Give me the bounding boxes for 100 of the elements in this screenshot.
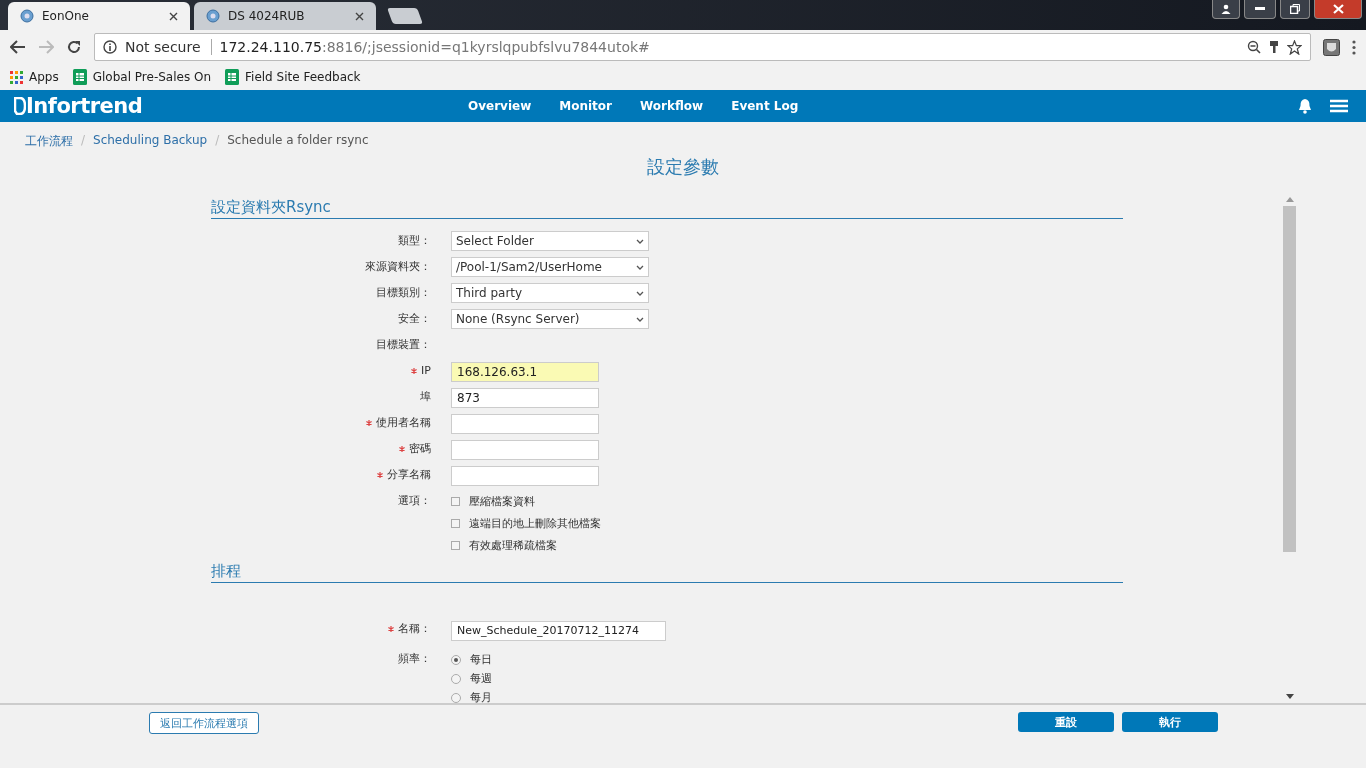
key-icon[interactable] [1269, 40, 1279, 54]
close-icon[interactable] [355, 11, 364, 21]
bookmark-label: Apps [29, 70, 59, 84]
radio-button[interactable] [451, 654, 461, 665]
required-icon [411, 368, 418, 374]
spreadsheet-icon [225, 69, 239, 85]
minimize-icon[interactable] [1244, 0, 1276, 19]
scroll-down-icon[interactable] [1285, 694, 1294, 699]
dropdown-value: None (Rsync Server) [456, 312, 580, 326]
globe-icon [20, 9, 34, 23]
action-button[interactable]: 執行 [1122, 712, 1218, 732]
profile-icon[interactable] [1212, 0, 1240, 19]
field-label-text: 來源資料夾： [365, 259, 431, 275]
breadcrumb-link[interactable]: 工作流程 [25, 133, 73, 150]
radio-option[interactable]: 每週 [451, 671, 1123, 686]
close-icon[interactable] [1314, 0, 1362, 19]
dropdown[interactable]: /Pool-1/Sam2/UserHome [451, 257, 649, 277]
bookmark[interactable]: Apps [10, 70, 59, 84]
nav-link[interactable]: Event Log [717, 99, 813, 113]
nav-link[interactable]: Monitor [545, 99, 626, 113]
input-field[interactable] [451, 440, 599, 460]
close-icon[interactable] [169, 11, 178, 21]
checkbox[interactable] [451, 497, 460, 506]
checkbox[interactable] [451, 519, 460, 528]
browser-tab[interactable]: EonOne [8, 2, 190, 30]
checkbox-option[interactable]: 壓縮檔案資料 [451, 494, 1123, 509]
radio-button[interactable] [451, 692, 461, 703]
breadcrumb-separator: / [81, 133, 86, 149]
dropdown-value: /Pool-1/Sam2/UserHome [456, 260, 602, 274]
restore-icon[interactable] [1280, 0, 1310, 19]
field-label-text: 目標類別： [376, 285, 431, 301]
breadcrumb-link[interactable]: Scheduling Backup [93, 133, 208, 150]
reload-icon[interactable] [66, 39, 82, 55]
extension-icon[interactable] [1323, 38, 1340, 56]
info-icon[interactable] [103, 40, 117, 54]
brand-logo[interactable]: Infortrend [14, 94, 454, 118]
globe-icon [206, 9, 220, 23]
required-icon [388, 626, 394, 632]
apps-grid-icon [10, 70, 23, 84]
checkbox-label: 遠端目的地上刪除其他檔案 [469, 516, 601, 531]
radio-button[interactable] [451, 673, 461, 684]
radio-option[interactable]: 每日 [451, 652, 1123, 667]
browser-tab[interactable]: DS 4024RUB [194, 2, 376, 30]
field-label-text: IP [421, 363, 431, 379]
bookmark[interactable]: Global Pre-Sales On [72, 69, 211, 85]
scrollbar-thumb[interactable] [1283, 206, 1296, 552]
required-icon [377, 472, 383, 478]
input-field[interactable]: New_Schedule_20170712_11274 [451, 620, 666, 641]
bell-icon[interactable] [1298, 98, 1312, 114]
page-title: 設定參數 [647, 156, 719, 177]
caret-icon [636, 290, 644, 296]
menu-icon[interactable] [1330, 99, 1348, 113]
checkbox-label: 有效處理稀疏檔案 [469, 538, 557, 553]
field-label-text: 密碼 [409, 441, 431, 457]
current-page-label: Schedule a folder rsync [227, 133, 369, 149]
more-icon[interactable] [1352, 39, 1356, 55]
dropdown[interactable]: None (Rsync Server) [451, 309, 649, 329]
field-label-text: 選項： [398, 493, 431, 509]
security-label: Not secure [125, 39, 212, 55]
url-text: 172.24.110.75:8816/;jsessionid=q1kyrslqpubfslvu7844utok# [219, 39, 651, 55]
required-icon [366, 420, 372, 426]
radio-label: 每月 [470, 690, 492, 703]
radio-option[interactable]: 每月 [451, 690, 1123, 703]
input-field[interactable] [451, 466, 599, 486]
field-label-text: 使用者名稱 [376, 415, 431, 431]
action-button[interactable]: 重設 [1018, 712, 1114, 732]
radio-label: 每日 [470, 652, 492, 667]
tab-title: DS 4024RUB [228, 9, 306, 23]
nav-link[interactable]: Workflow [626, 99, 718, 113]
input-field[interactable]: 873 [451, 388, 599, 408]
checkbox-label: 壓縮檔案資料 [469, 494, 535, 509]
dropdown[interactable]: Select Folder [451, 231, 649, 251]
field-label-text: 埠 [420, 389, 431, 405]
checkbox-option[interactable]: 遠端目的地上刪除其他檔案 [451, 516, 1123, 531]
checkbox-option[interactable]: 有效處理稀疏檔案 [451, 538, 1123, 553]
address-bar[interactable]: Not secure 172.24.110.75:8816/;jsessionid=q1kyrslqpubfslvu7844utok# [94, 33, 1311, 61]
caret-icon [636, 316, 644, 322]
field-label-text: 類型： [398, 233, 431, 249]
section-title: 排程 [211, 559, 1123, 583]
tab-title: EonOne [42, 9, 90, 23]
dropdown[interactable]: Third party [451, 283, 649, 303]
back-icon[interactable] [10, 40, 26, 54]
zoom-out-icon[interactable] [1247, 40, 1261, 54]
back-button[interactable]: 返回工作流程選項 [149, 712, 259, 734]
bookmark[interactable]: Field Site Feedback [225, 69, 361, 85]
field-label-text: 名稱： [398, 621, 431, 637]
bookmark-label: Field Site Feedback [245, 70, 361, 84]
star-icon[interactable] [1287, 39, 1302, 55]
nav-link[interactable]: Overview [454, 99, 546, 113]
section-title: 設定資料夾Rsync [211, 195, 1123, 219]
input-field[interactable]: 168.126.63.1 [451, 362, 599, 382]
field-label-text: 安全： [398, 311, 431, 327]
field-label-text: 頻率： [398, 651, 431, 667]
field-label-text: 分享名稱 [387, 467, 431, 483]
spreadsheet-icon [72, 69, 87, 85]
input-field[interactable] [451, 414, 599, 434]
checkbox[interactable] [451, 541, 460, 550]
dropdown-value: Select Folder [456, 234, 534, 248]
new-tab-button[interactable] [387, 8, 423, 24]
caret-icon [636, 238, 644, 244]
